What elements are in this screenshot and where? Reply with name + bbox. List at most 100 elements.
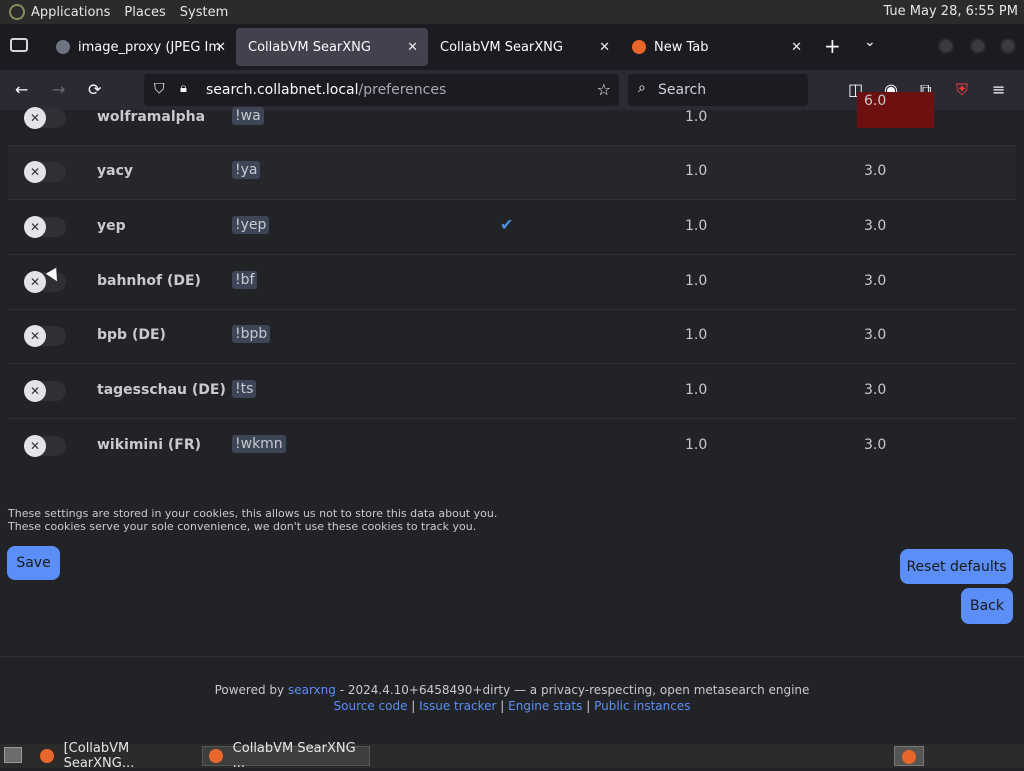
engine-time: 6.0: [857, 92, 934, 128]
footer-powered-by: Powered by searxng - 2024.4.10+6458490+d…: [0, 683, 1024, 697]
checkmark-icon: ✔: [500, 215, 514, 234]
toggle-x-icon: ✕: [24, 435, 46, 457]
tab-collabvm-searxng-active[interactable]: CollabVM SearXNG ✕: [236, 28, 428, 66]
engine-bang: !wkmn: [232, 435, 286, 453]
engine-toggle[interactable]: ✕: [24, 161, 66, 183]
engine-name: tagesschau (DE): [97, 382, 226, 398]
window-close-button[interactable]: [1000, 38, 1016, 54]
toggle-x-icon: ✕: [24, 380, 46, 402]
engine-bang: !bpb: [232, 325, 271, 343]
close-icon[interactable]: ✕: [407, 40, 418, 55]
engine-name: wikimini (FR): [97, 437, 202, 453]
engine-stats-link[interactable]: Engine stats: [508, 699, 582, 713]
engine-toggle[interactable]: ✕: [24, 435, 66, 457]
engine-bang: !yep: [232, 216, 270, 234]
engine-toggle[interactable]: ✕: [24, 380, 66, 402]
engine-name: yacy: [97, 163, 133, 179]
engine-weight: 1.0: [685, 273, 708, 289]
tab-label: image_proxy (JPEG Im: [78, 39, 222, 55]
toggle-x-icon: ✕: [24, 216, 46, 238]
public-instances-link[interactable]: Public instances: [594, 699, 690, 713]
cookie-notice-line: These settings are stored in your cookie…: [8, 507, 498, 520]
engine-weight: 1.0: [685, 327, 708, 343]
engine-bang: !bf: [232, 271, 258, 289]
issue-tracker-link[interactable]: Issue tracker: [419, 699, 496, 713]
save-button[interactable]: Save: [7, 546, 60, 580]
engine-name: bahnhof (DE): [97, 273, 201, 289]
powered-suffix: - 2024.4.10+6458490+dirty — a privacy-re…: [339, 683, 810, 697]
footer-links: Source code | Issue tracker | Engine sta…: [0, 699, 1024, 713]
new-tab-plus-icon[interactable]: +: [824, 34, 841, 58]
cookie-notice: These settings are stored in your cookie…: [8, 507, 497, 533]
close-icon[interactable]: ✕: [599, 40, 610, 55]
tab-overview-icon[interactable]: [10, 38, 28, 52]
taskbar-item-label: [CollabVM SearXNG...: [63, 741, 135, 771]
engine-row-bahnhof: ✕ bahnhof (DE) !bf 1.0 3.0: [8, 256, 1016, 310]
applications-menu[interactable]: Applications: [31, 5, 110, 20]
engine-name: yep: [97, 218, 126, 234]
engine-row-bpb: ✕ bpb (DE) !bpb 1.0 3.0: [8, 310, 1016, 364]
engine-weight: 1.0: [685, 218, 708, 234]
toggle-x-icon: ✕: [24, 271, 46, 293]
system-taskbar: [CollabVM SearXNG... CollabVM SearXNG ..…: [0, 741, 1024, 771]
toggle-x-icon: ✕: [24, 161, 46, 183]
engine-toggle[interactable]: ✕: [24, 216, 66, 238]
image-icon: [56, 40, 70, 54]
system-top-panel: Applications Places System Tue May 28, 6…: [0, 0, 1024, 24]
engine-row-wikimini: ✕ wikimini (FR) !wkmn 1.0 3.0: [8, 420, 1016, 474]
engine-bang: !ya: [232, 161, 261, 179]
engine-weight: 1.0: [685, 382, 708, 398]
places-menu[interactable]: Places: [124, 5, 165, 20]
toggle-x-icon: ✕: [24, 107, 46, 129]
engine-row-tagesschau: ✕ tagesschau (DE) !ts 1.0 3.0: [8, 365, 1016, 419]
footer-divider: [0, 656, 1024, 657]
firefox-icon: [632, 40, 646, 54]
tab-new-tab[interactable]: New Tab ✕: [620, 24, 812, 70]
powered-prefix: Powered by: [214, 683, 285, 697]
engine-row-yacy: ✕ yacy !ya 1.0 3.0: [8, 146, 1016, 200]
close-icon[interactable]: ✕: [215, 40, 226, 55]
firefox-icon: [209, 749, 223, 763]
engine-weight: 1.0: [685, 109, 708, 125]
back-button[interactable]: Back: [961, 588, 1013, 624]
close-icon[interactable]: ✕: [791, 40, 802, 55]
engine-time: 3.0: [864, 327, 887, 343]
engine-row-yep: ✕ yep !yep ✔ 1.0 3.0: [8, 201, 1016, 255]
firefox-icon: [902, 750, 916, 764]
engine-weight: 1.0: [685, 437, 708, 453]
engine-bang: !ts: [232, 380, 257, 398]
show-desktop-icon[interactable]: [4, 747, 22, 763]
cookie-notice-line: These cookies serve your sole convenienc…: [8, 520, 477, 533]
workspace-switcher[interactable]: [894, 746, 924, 766]
engine-time: 3.0: [864, 273, 887, 289]
window-maximize-button[interactable]: [970, 38, 986, 54]
engine-toggle[interactable]: ✕: [24, 325, 66, 347]
firefox-icon: [40, 749, 54, 763]
engine-name: bpb (DE): [97, 327, 166, 343]
distro-logo-icon[interactable]: [9, 4, 25, 20]
tab-image-proxy[interactable]: image_proxy (JPEG Im ✕: [44, 24, 236, 70]
taskbar-item-label: CollabVM SearXNG ...: [232, 741, 356, 771]
tab-collabvm-searxng[interactable]: CollabVM SearXNG ✕: [428, 24, 620, 70]
taskbar-item-collabvm-searxng-1[interactable]: [CollabVM SearXNG...: [34, 741, 200, 771]
reset-defaults-button[interactable]: Reset defaults: [900, 549, 1013, 584]
engine-time: 3.0: [864, 437, 887, 453]
list-all-tabs-chevron-icon[interactable]: ⌄: [864, 34, 876, 50]
engine-bang: !wa: [232, 107, 264, 125]
engine-row-wolframalpha: ✕ wolframalpha !wa 1.0 6.0: [8, 92, 1016, 146]
engine-time: 3.0: [864, 218, 887, 234]
source-code-link[interactable]: Source code: [334, 699, 408, 713]
searxng-link[interactable]: searxng: [288, 683, 336, 697]
preferences-page: ✕ wolframalpha !wa 1.0 6.0 ✕ yacy !ya 1.…: [0, 92, 1024, 744]
engine-toggle[interactable]: ✕: [24, 107, 66, 129]
engine-weight: 1.0: [685, 163, 708, 179]
system-menu[interactable]: System: [180, 5, 228, 20]
window-minimize-button[interactable]: [938, 38, 954, 54]
clock[interactable]: Tue May 28, 6:55 PM: [883, 4, 1018, 19]
toggle-x-icon: ✕: [24, 325, 46, 347]
engine-time: 3.0: [864, 163, 887, 179]
tab-label: CollabVM SearXNG: [248, 39, 371, 55]
tab-label: New Tab: [654, 39, 709, 55]
taskbar-item-collabvm-searxng-2[interactable]: CollabVM SearXNG ...: [202, 741, 370, 771]
engine-time: 3.0: [864, 382, 887, 398]
